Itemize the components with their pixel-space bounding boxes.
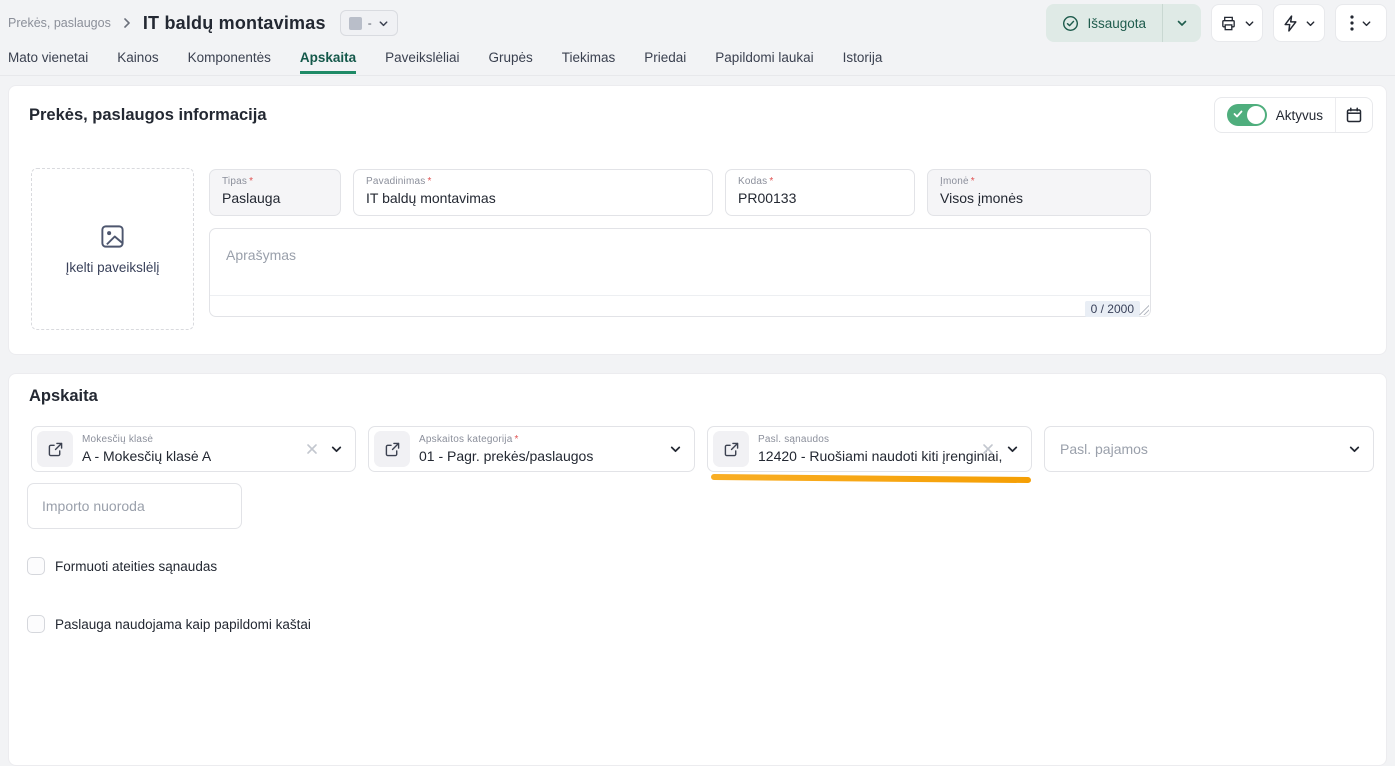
more-menu-button[interactable] xyxy=(1335,4,1387,42)
calendar-button[interactable] xyxy=(1336,98,1372,132)
image-icon xyxy=(99,223,126,250)
variant-swatch-icon xyxy=(349,17,362,30)
check-circle-icon xyxy=(1062,15,1079,32)
tab-istorija[interactable]: Istorija xyxy=(843,46,883,74)
chevron-down-icon xyxy=(1361,18,1372,29)
description-field: 0 / 2000 xyxy=(209,228,1151,317)
open-record-button[interactable] xyxy=(37,431,73,467)
toggle-switch-icon[interactable] xyxy=(1227,104,1267,126)
lightning-icon xyxy=(1283,15,1298,32)
tab-apskaita[interactable]: Apskaita xyxy=(300,46,356,74)
active-controls: Aktyvus xyxy=(1214,97,1373,133)
select-pasl-sanaudos-value: 12420 - Ruošiami naudoti kiti įrenginiai… xyxy=(758,448,1003,464)
field-tipas: Tipas* Paslauga xyxy=(209,169,341,216)
product-info-card: Prekės, paslaugos informacija Aktyvus Įk… xyxy=(8,85,1387,355)
select-pasl-sanaudos-label: Pasl. sąnaudos xyxy=(758,434,1003,445)
char-counter: 0 / 2000 xyxy=(1085,301,1140,317)
info-card-title: Prekės, paslaugos informacija xyxy=(29,106,267,125)
select-mokesciu-klase-value: A - Mokesčių klasė A xyxy=(82,448,211,464)
field-kodas-value[interactable]: PR00133 xyxy=(738,190,902,206)
required-asterisk: * xyxy=(427,176,431,187)
field-pavadinimas[interactable]: Pavadinimas* IT baldų montavimas xyxy=(353,169,713,216)
saved-dropdown-caret[interactable] xyxy=(1163,4,1201,42)
checkbox-label: Paslauga naudojama kaip papildomi kaštai xyxy=(55,617,311,632)
active-toggle-label: Aktyvus xyxy=(1276,108,1323,123)
required-asterisk: * xyxy=(249,176,253,187)
chevron-down-icon[interactable] xyxy=(1348,443,1361,456)
saved-split-button[interactable]: Išsaugota xyxy=(1046,4,1201,42)
required-asterisk: * xyxy=(971,176,975,187)
field-imone: Įmonė* Visos įmonės xyxy=(927,169,1151,216)
checkbox-icon[interactable] xyxy=(27,557,45,575)
field-imone-value: Visos įmonės xyxy=(940,190,1138,206)
select-pasl-pajamos[interactable]: Pasl. pajamos xyxy=(1044,426,1374,472)
active-toggle[interactable]: Aktyvus xyxy=(1215,98,1336,132)
checkbox-paslauga-papildomi-kastai[interactable]: Paslauga naudojama kaip papildomi kaštai xyxy=(27,615,311,633)
required-asterisk: * xyxy=(515,434,519,445)
tab-bar: Mato vienetai Kainos Komponentės Apskait… xyxy=(0,46,1395,76)
printer-icon xyxy=(1220,15,1237,32)
open-record-button[interactable] xyxy=(713,431,749,467)
field-tipas-label: Tipas xyxy=(222,176,247,187)
saved-button-main[interactable]: Išsaugota xyxy=(1046,4,1163,42)
chevron-down-icon[interactable] xyxy=(669,443,682,456)
chevron-down-icon[interactable] xyxy=(330,443,343,456)
accounting-card: Apskaita Mokesčių klasė A - Mokesčių kla… xyxy=(8,373,1387,766)
page-title: IT baldų montavimas xyxy=(143,13,326,34)
variant-dropdown[interactable]: - xyxy=(340,10,398,36)
open-record-button[interactable] xyxy=(374,431,410,467)
select-pasl-sanaudos[interactable]: Pasl. sąnaudos 12420 - Ruošiami naudoti … xyxy=(707,426,1032,472)
tab-papildomi-laukai[interactable]: Papildomi laukai xyxy=(715,46,813,74)
calendar-icon xyxy=(1346,107,1362,123)
highlight-annotation-line xyxy=(711,474,1031,483)
chevron-down-icon xyxy=(1244,18,1255,29)
clear-icon[interactable] xyxy=(982,443,994,455)
field-pavadinimas-label: Pavadinimas xyxy=(366,176,425,187)
field-kodas-label: Kodas xyxy=(738,176,767,187)
breadcrumb-parent[interactable]: Prekės, paslaugos xyxy=(8,16,111,30)
kebab-icon xyxy=(1350,15,1354,31)
checkbox-label: Formuoti ateities sąnaudas xyxy=(55,559,217,574)
select-mokesciu-klase[interactable]: Mokesčių klasė A - Mokesčių klasė A xyxy=(31,426,356,472)
required-asterisk: * xyxy=(769,176,773,187)
upload-label: Įkelti paveikslėlį xyxy=(66,260,160,275)
chevron-down-icon xyxy=(1305,18,1316,29)
breadcrumb-chevron-icon xyxy=(121,17,133,29)
tab-mato-vienetai[interactable]: Mato vienetai xyxy=(8,46,88,74)
field-kodas[interactable]: Kodas* PR00133 xyxy=(725,169,915,216)
resize-handle[interactable] xyxy=(1138,304,1149,315)
description-input[interactable] xyxy=(210,229,1150,290)
select-pasl-pajamos-placeholder: Pasl. pajamos xyxy=(1060,441,1148,457)
field-pavadinimas-value[interactable]: IT baldų montavimas xyxy=(366,190,700,206)
tab-komponentes[interactable]: Komponentės xyxy=(188,46,271,74)
accounting-card-title: Apskaita xyxy=(29,387,98,406)
field-imone-label: Įmonė xyxy=(940,176,969,187)
tab-tiekimas[interactable]: Tiekimas xyxy=(562,46,616,74)
checkbox-formuoti-ateities-sanaudas[interactable]: Formuoti ateities sąnaudas xyxy=(27,557,217,575)
image-upload-dropzone[interactable]: Įkelti paveikslėlį xyxy=(31,168,194,330)
importo-nuoroda-input[interactable] xyxy=(27,483,242,529)
actions-dropdown-button[interactable] xyxy=(1273,4,1325,42)
variant-value: - xyxy=(368,16,372,30)
tab-kainos[interactable]: Kainos xyxy=(117,46,158,74)
checkbox-icon[interactable] xyxy=(27,615,45,633)
print-dropdown-button[interactable] xyxy=(1211,4,1263,42)
tab-paveiksleliai[interactable]: Paveikslėliai xyxy=(385,46,459,74)
tab-grupes[interactable]: Grupės xyxy=(488,46,532,74)
top-header: Prekės, paslaugos IT baldų montavimas - … xyxy=(0,0,1395,46)
select-mokesciu-klase-label: Mokesčių klasė xyxy=(82,434,211,445)
select-apskaitos-kategorija-value: 01 - Pagr. prekės/paslaugos xyxy=(419,448,593,464)
chevron-down-icon[interactable] xyxy=(1006,443,1019,456)
description-footer: 0 / 2000 xyxy=(210,295,1150,321)
chevron-down-icon xyxy=(378,18,389,29)
field-tipas-value: Paslauga xyxy=(222,190,328,206)
select-apskaitos-kategorija[interactable]: Apskaitos kategorija* 01 - Pagr. prekės/… xyxy=(368,426,695,472)
saved-label: Išsaugota xyxy=(1087,16,1146,31)
select-apskaitos-kategorija-label: Apskaitos kategorija xyxy=(419,434,513,445)
clear-icon[interactable] xyxy=(306,443,318,455)
tab-priedai[interactable]: Priedai xyxy=(644,46,686,74)
